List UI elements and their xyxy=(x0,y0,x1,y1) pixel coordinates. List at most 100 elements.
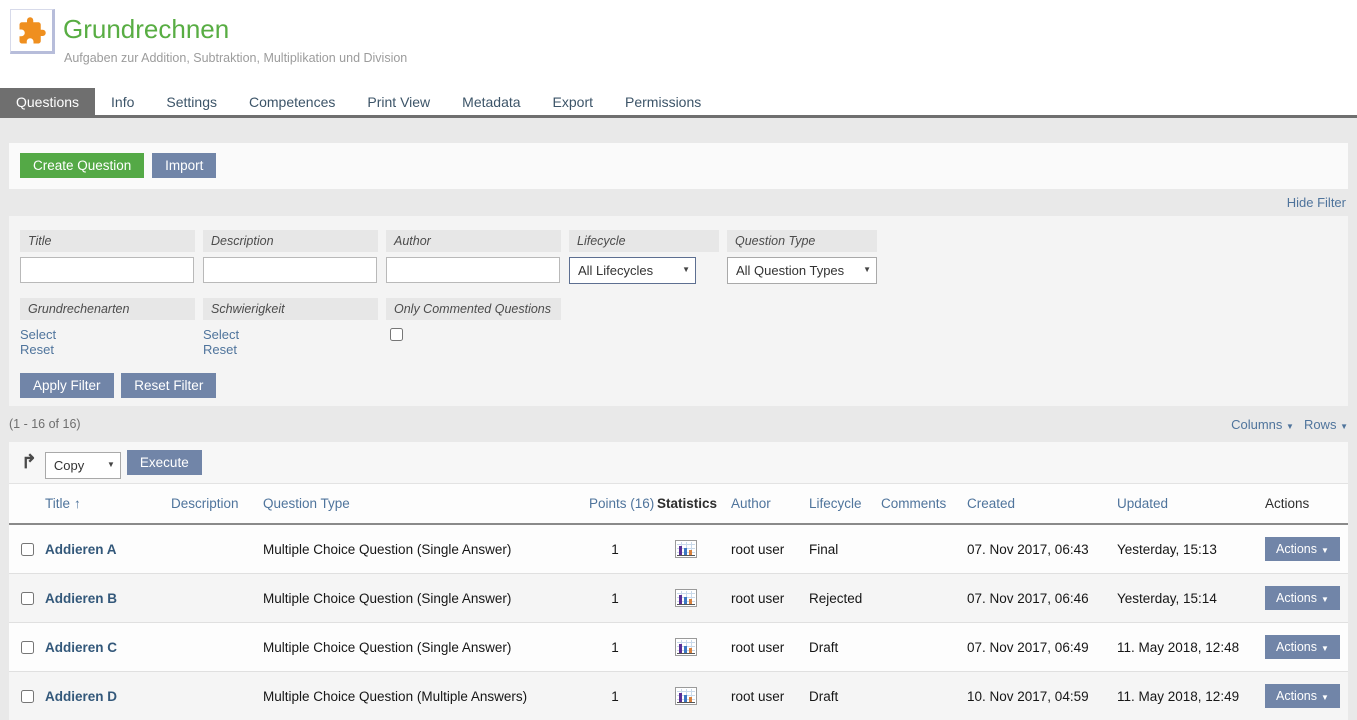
question-table-panel: ↱ Copy ▼ Execute Title↑ Description xyxy=(9,442,1348,720)
column-header-created[interactable]: Created xyxy=(959,484,1109,524)
filter-field-schwierigkeit: Schwierigkeit Select Reset xyxy=(203,298,378,357)
filter-panel: Title Description Author Lifecycle All L… xyxy=(9,216,1348,406)
question-updated: 11. May 2018, 12:48 xyxy=(1109,623,1257,672)
row-select-checkbox[interactable] xyxy=(21,543,34,556)
question-created: 07. Nov 2017, 06:49 xyxy=(959,623,1109,672)
question-author: root user xyxy=(723,524,801,574)
row-select-checkbox[interactable] xyxy=(21,690,34,703)
tab-metadata[interactable]: Metadata xyxy=(446,88,536,115)
filter-field-grundrechenarten: Grundrechenarten Select Reset xyxy=(20,298,195,357)
column-header-lifecycle[interactable]: Lifecycle xyxy=(801,484,873,524)
rows-menu[interactable]: Rows ▼ xyxy=(1304,417,1348,432)
bulk-action-toolbar: ↱ Copy ▼ Execute xyxy=(9,442,1348,484)
grundrechenarten-reset-link[interactable]: Reset xyxy=(20,342,195,357)
filter-label-grundrechenarten: Grundrechenarten xyxy=(20,298,195,320)
question-created: 07. Nov 2017, 06:46 xyxy=(959,574,1109,623)
execute-button[interactable]: Execute xyxy=(127,450,202,475)
bulk-apply-arrow-icon: ↱ xyxy=(21,451,37,474)
question-title-link[interactable]: Addieren C xyxy=(45,640,117,655)
column-header-description[interactable]: Description xyxy=(171,484,263,524)
question-title-link[interactable]: Addieren A xyxy=(45,542,117,557)
statistics-chart-icon[interactable] xyxy=(675,638,697,656)
tab-permissions[interactable]: Permissions xyxy=(609,88,717,115)
column-header-points[interactable]: Points (16) xyxy=(581,484,649,524)
column-header-question-type[interactable]: Question Type xyxy=(263,484,581,524)
tab-export[interactable]: Export xyxy=(537,88,609,115)
question-author: root user xyxy=(723,574,801,623)
column-header-title[interactable]: Title↑ xyxy=(45,484,171,524)
question-author: root user xyxy=(723,672,801,720)
filter-field-question-type: Question Type All Question Types ▼ xyxy=(727,230,877,284)
filter-field-title: Title xyxy=(20,230,195,284)
hide-filter-link[interactable]: Hide Filter xyxy=(1287,195,1346,210)
content-area: Create Question Import Hide Filter Title… xyxy=(0,143,1357,720)
bulk-action-select[interactable]: Copy xyxy=(45,452,121,479)
tab-settings[interactable]: Settings xyxy=(150,88,233,115)
column-header-comments[interactable]: Comments xyxy=(873,484,959,524)
column-header-author[interactable]: Author xyxy=(723,484,801,524)
question-created: 10. Nov 2017, 04:59 xyxy=(959,672,1109,720)
row-actions-button[interactable]: Actions▼ xyxy=(1265,586,1340,610)
list-meta-row: (1 - 16 of 16) Columns ▼ Rows ▼ xyxy=(9,406,1348,442)
page-title: Grundrechnen xyxy=(63,14,229,45)
result-count: (1 - 16 of 16) xyxy=(9,417,81,431)
chevron-down-icon: ▼ xyxy=(1321,546,1329,555)
filter-label-question-type: Question Type xyxy=(727,230,877,252)
table-row: Addieren B Multiple Choice Question (Sin… xyxy=(9,574,1348,623)
tab-print-view[interactable]: Print View xyxy=(351,88,446,115)
create-question-button[interactable]: Create Question xyxy=(20,153,144,178)
question-description xyxy=(171,524,263,574)
row-actions-button[interactable]: Actions▼ xyxy=(1265,684,1340,708)
chevron-down-icon: ▼ xyxy=(1340,422,1348,431)
question-description xyxy=(171,672,263,720)
title-filter-input[interactable] xyxy=(20,257,194,283)
apply-filter-button[interactable]: Apply Filter xyxy=(20,373,114,398)
question-title-link[interactable]: Addieren D xyxy=(45,689,117,704)
question-description xyxy=(171,623,263,672)
tab-competences[interactable]: Competences xyxy=(233,88,351,115)
author-filter-input[interactable] xyxy=(386,257,560,283)
table-header-row: Title↑ Description Question Type Points … xyxy=(9,484,1348,524)
question-type: Multiple Choice Question (Single Answer) xyxy=(263,524,581,574)
row-select-checkbox[interactable] xyxy=(21,592,34,605)
filter-field-description: Description xyxy=(203,230,378,284)
import-button[interactable]: Import xyxy=(152,153,216,178)
sort-ascending-icon: ↑ xyxy=(74,496,81,511)
question-points: 1 xyxy=(581,623,649,672)
row-select-checkbox[interactable] xyxy=(21,641,34,654)
columns-menu[interactable]: Columns ▼ xyxy=(1231,417,1294,432)
schwierigkeit-reset-link[interactable]: Reset xyxy=(203,342,378,357)
question-updated: Yesterday, 15:13 xyxy=(1109,524,1257,574)
question-comments xyxy=(873,623,959,672)
filter-label-author: Author xyxy=(386,230,561,252)
chevron-down-icon: ▼ xyxy=(1321,693,1329,702)
statistics-chart-icon[interactable] xyxy=(675,589,697,607)
question-title-link[interactable]: Addieren B xyxy=(45,591,117,606)
question-type: Multiple Choice Question (Single Answer) xyxy=(263,574,581,623)
row-actions-button[interactable]: Actions▼ xyxy=(1265,537,1340,561)
tab-questions[interactable]: Questions xyxy=(0,88,95,115)
question-updated: Yesterday, 15:14 xyxy=(1109,574,1257,623)
question-comments xyxy=(873,672,959,720)
statistics-chart-icon[interactable] xyxy=(675,540,697,558)
reset-filter-button[interactable]: Reset Filter xyxy=(121,373,216,398)
description-filter-input[interactable] xyxy=(203,257,377,283)
filter-label-only-commented: Only Commented Questions xyxy=(386,298,561,320)
tab-info[interactable]: Info xyxy=(95,88,150,115)
filter-field-only-commented: Only Commented Questions xyxy=(386,298,561,357)
question-type-select[interactable]: All Question Types xyxy=(727,257,877,284)
column-header-statistics: Statistics xyxy=(649,484,723,524)
question-author: root user xyxy=(723,623,801,672)
grundrechenarten-select-link[interactable]: Select xyxy=(20,327,195,342)
chevron-down-icon: ▼ xyxy=(1286,422,1294,431)
question-updated: 11. May 2018, 12:49 xyxy=(1109,672,1257,720)
row-actions-button[interactable]: Actions▼ xyxy=(1265,635,1340,659)
schwierigkeit-select-link[interactable]: Select xyxy=(203,327,378,342)
column-header-updated[interactable]: Updated xyxy=(1109,484,1257,524)
lifecycle-select[interactable]: All Lifecycles xyxy=(569,257,696,284)
question-table: Title↑ Description Question Type Points … xyxy=(9,484,1348,720)
question-points: 1 xyxy=(581,574,649,623)
only-commented-checkbox[interactable] xyxy=(390,328,403,341)
statistics-chart-icon[interactable] xyxy=(675,687,697,705)
question-points: 1 xyxy=(581,524,649,574)
